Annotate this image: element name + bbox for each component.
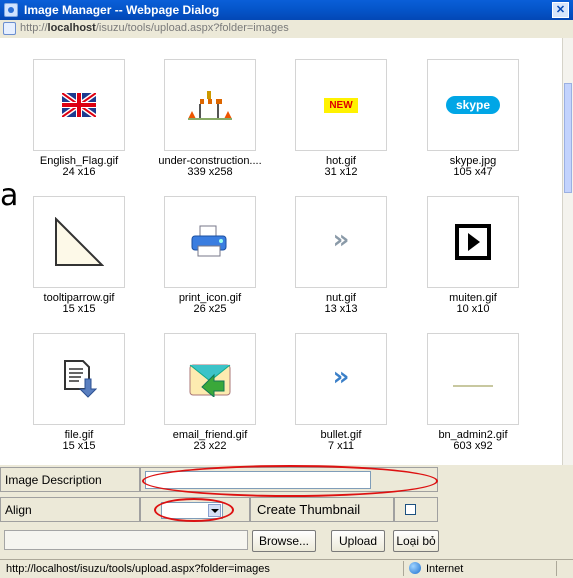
thumbnail-check-cell [394, 497, 438, 522]
image-dimensions: 31 x12 [324, 166, 358, 178]
new-badge-icon: NEW [324, 98, 358, 113]
image-dimensions: 603 x92 [453, 440, 493, 452]
file-path-input[interactable] [4, 530, 248, 550]
blue-chevron-icon: » [332, 362, 350, 392]
image-dimensions: 15 x15 [62, 303, 96, 315]
image-tile[interactable] [164, 333, 256, 425]
thumbnail-label-cell: Create Thumbnail [250, 497, 394, 522]
image-caption: muiten.gif 10 x10 [408, 293, 538, 315]
status-bar: http://localhost/isuzu/tools/upload.aspx… [0, 559, 573, 578]
image-caption: bn_admin2.gif 603 x92 [408, 430, 538, 452]
globe-icon [409, 562, 421, 574]
address-bar: http://localhost/isuzu/tools/upload.aspx… [0, 20, 573, 39]
image-dimensions: 13 x13 [324, 303, 358, 315]
image-tile[interactable] [33, 333, 125, 425]
image-tile[interactable]: » [295, 333, 387, 425]
image-caption: file.gif 15 x15 [14, 430, 144, 452]
scrollbar-thumb[interactable] [564, 83, 572, 193]
annotation-oval-description [142, 465, 438, 497]
resize-grip[interactable] [556, 561, 572, 576]
image-dimensions: 339 x258 [187, 166, 233, 178]
zone-label: Internet [426, 563, 464, 575]
create-thumbnail-label: Create Thumbnail [257, 502, 361, 517]
image-dimensions: 7 x11 [327, 440, 355, 452]
image-gallery: English_Flag.gif 24 x16 under-construction… [0, 38, 562, 465]
ie-page-icon [4, 3, 18, 17]
cancel-button[interactable]: Loại bỏ [393, 530, 439, 552]
dialog-title: Image Manager -- Webpage Dialog [24, 3, 220, 17]
image-caption: bullet.gif 7 x11 [276, 430, 406, 452]
browse-button[interactable]: Browse... [252, 530, 316, 552]
image-tile[interactable] [427, 196, 519, 288]
image-caption: email_friend.gif 23 x22 [145, 430, 275, 452]
image-dimensions: 15 x15 [62, 440, 96, 452]
image-dimensions: 105 x47 [453, 166, 493, 178]
gallery-scrollbar[interactable] [562, 38, 573, 465]
image-caption: hot.gif 31 x12 [276, 156, 406, 178]
align-label: Align [5, 503, 32, 517]
play-box-icon [455, 224, 491, 265]
image-caption: nut.gif 13 x13 [276, 293, 406, 315]
image-dimensions: 24 x16 [62, 166, 96, 178]
image-tile[interactable] [427, 333, 519, 425]
image-tile[interactable] [33, 59, 125, 151]
image-caption: under-construction.... 339 x258 [145, 156, 275, 178]
close-button[interactable]: ✕ [552, 2, 569, 18]
image-dimensions: 26 x25 [193, 303, 227, 315]
image-tile[interactable] [164, 59, 256, 151]
description-label: Image Description [5, 473, 102, 487]
triangle-arrow-icon [54, 216, 105, 272]
uk-flag-icon [60, 90, 98, 122]
image-dimensions: 10 x10 [456, 303, 490, 315]
file-download-icon [61, 359, 98, 404]
dialog-titlebar: Image Manager -- Webpage Dialog ✕ [0, 0, 573, 20]
page-icon [3, 22, 16, 35]
image-tile[interactable] [33, 196, 125, 288]
image-dimensions: 23 x22 [193, 440, 227, 452]
align-label-cell: Align [0, 497, 140, 522]
image-tile[interactable]: skype [427, 59, 519, 151]
image-caption: tooltiparrow.gif 15 x15 [14, 293, 144, 315]
double-chevron-icon: » [332, 225, 350, 255]
banner-line-icon [453, 376, 493, 394]
upload-button[interactable]: Upload [331, 530, 385, 552]
side-letter: a [0, 178, 19, 213]
image-caption: print_icon.gif 26 x25 [145, 293, 275, 315]
security-zone: Internet [403, 561, 514, 576]
image-caption: English_Flag.gif 24 x16 [14, 156, 144, 178]
address-url: http://localhost/isuzu/tools/upload.aspx… [20, 22, 289, 34]
construction-icon [188, 89, 232, 126]
create-thumbnail-checkbox[interactable] [405, 504, 416, 515]
annotation-oval-align [154, 498, 234, 522]
skype-logo-icon: skype [446, 96, 500, 114]
image-tile[interactable]: » [295, 196, 387, 288]
email-friend-icon [188, 361, 232, 402]
description-label-cell: Image Description [0, 467, 140, 492]
image-tile[interactable]: NEW [295, 59, 387, 151]
printer-icon [190, 224, 230, 265]
image-tile[interactable] [164, 196, 256, 288]
image-caption: skype.jpg 105 x47 [408, 156, 538, 178]
status-url: http://localhost/isuzu/tools/upload.aspx… [6, 563, 270, 575]
